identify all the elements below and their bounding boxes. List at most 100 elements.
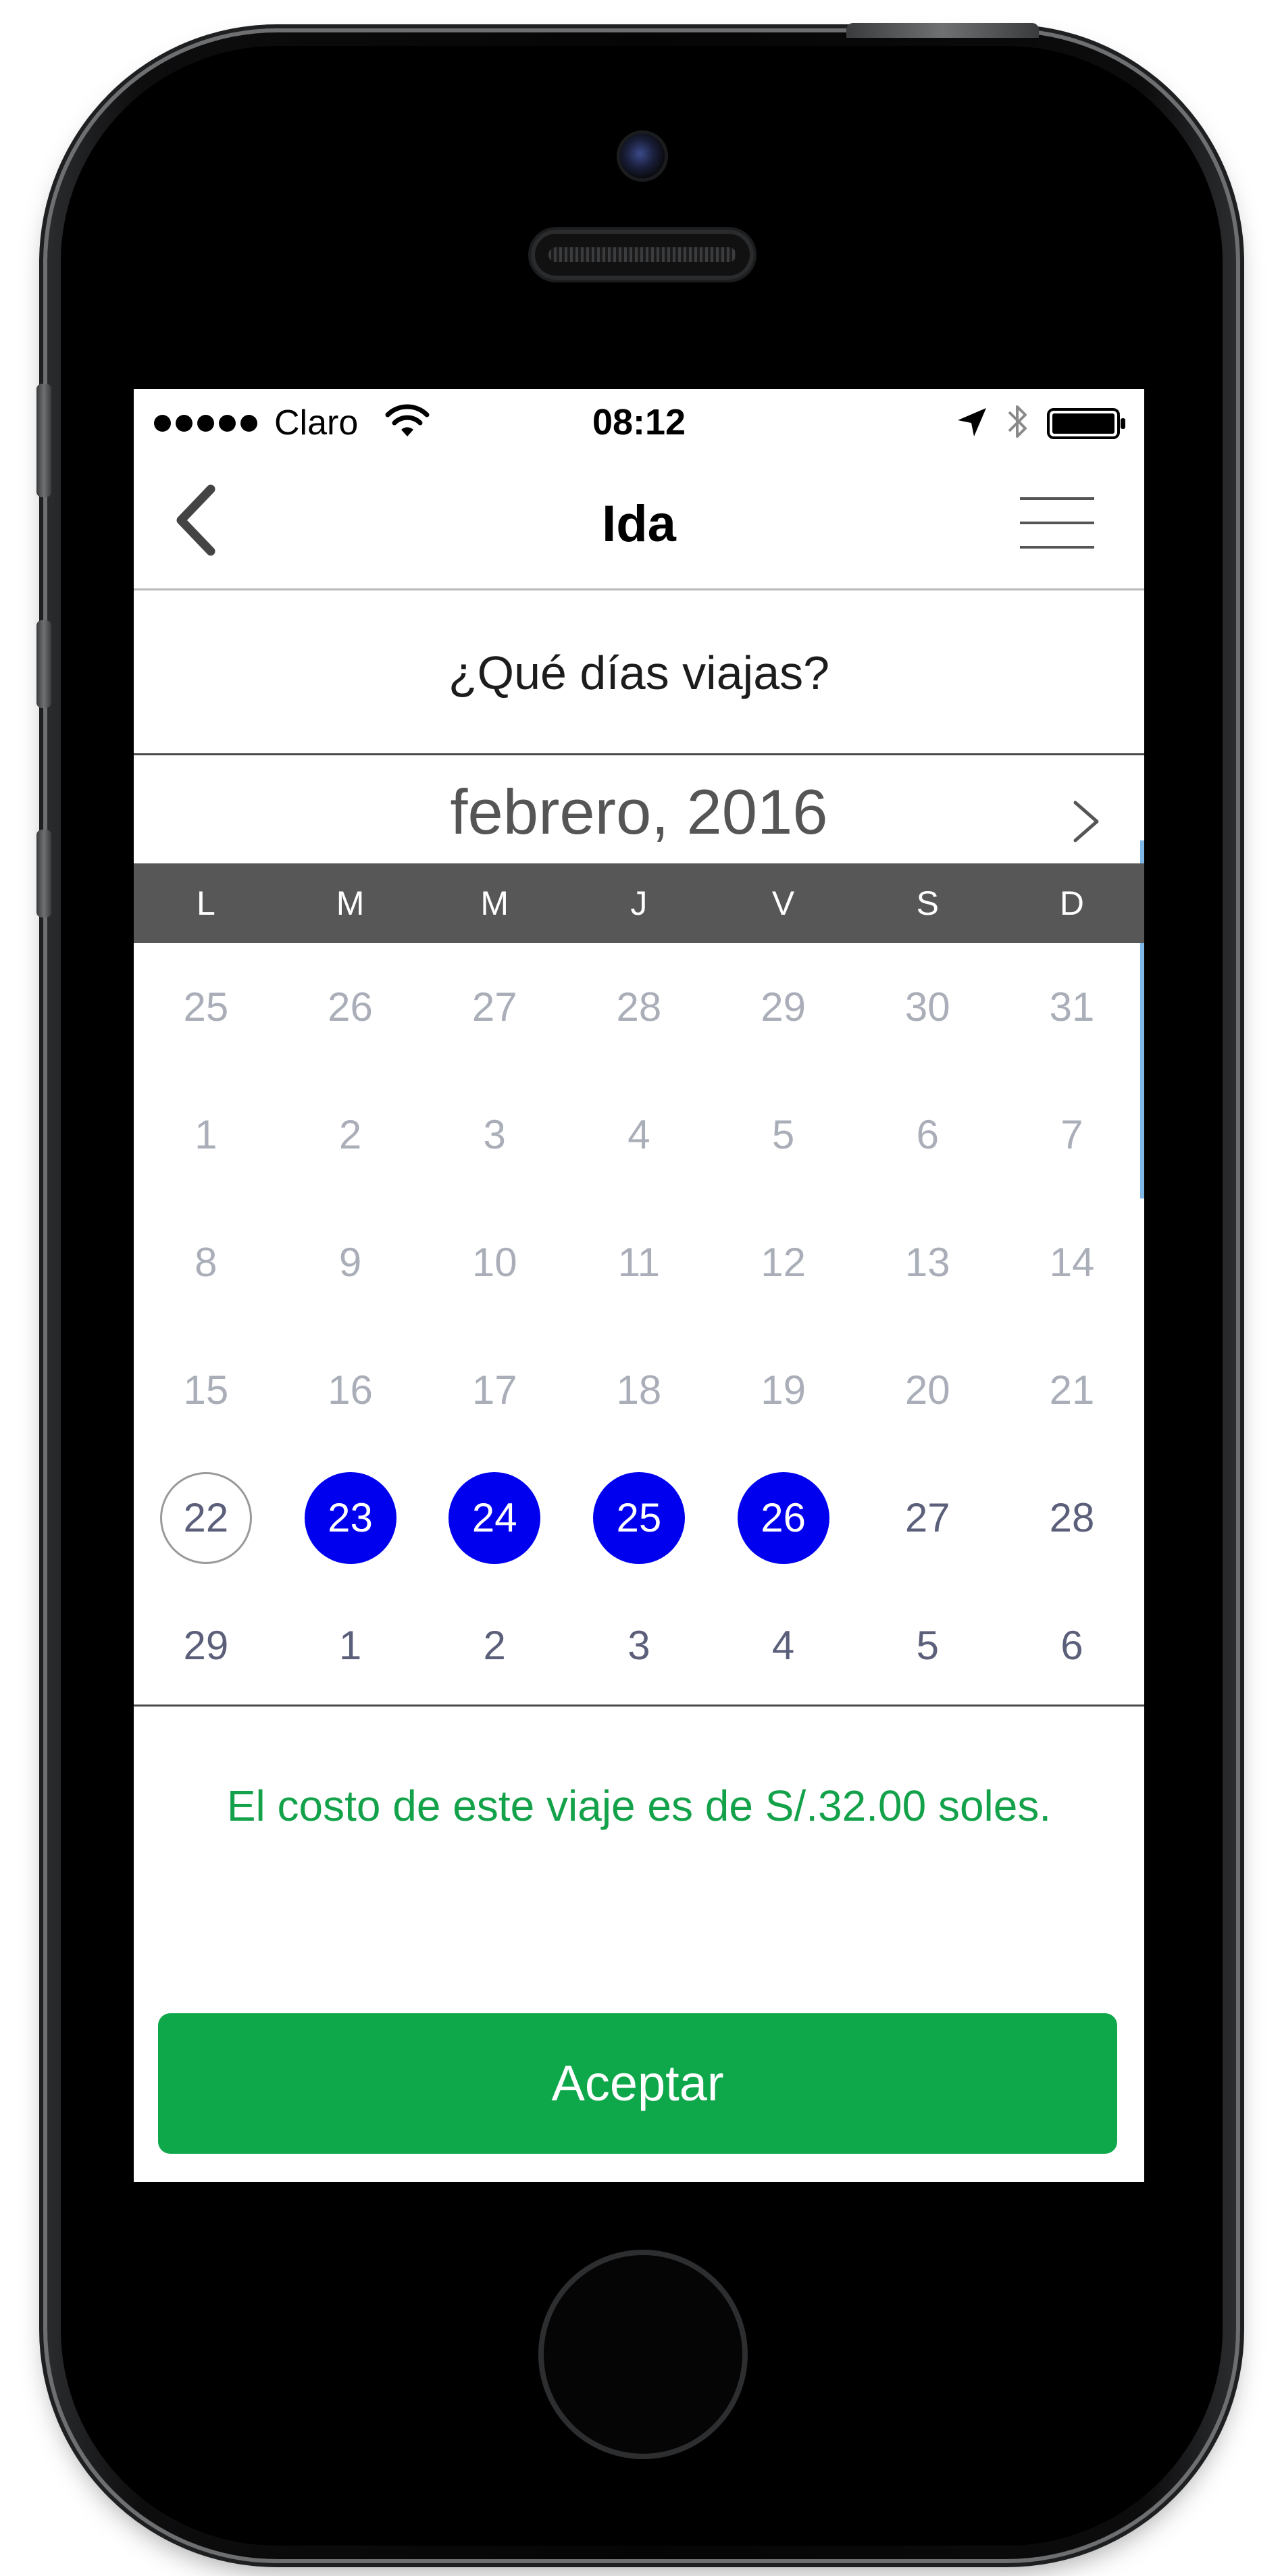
day-number: 28 [616,984,662,1030]
app-screen: Claro 08:12 Ida ¿Qué días viajas? febrer… [134,389,1144,2182]
calendar-day-inactive: 13 [855,1198,1000,1326]
calendar-day-inactive: 28 [567,943,711,1071]
silent-switch [36,384,51,497]
calendar-day-available[interactable]: 28 [1000,1454,1144,1582]
day-number: 29 [761,984,806,1030]
day-number: 3 [627,1623,650,1668]
calendar-day-inactive: 16 [278,1326,423,1454]
day-number: 19 [761,1367,806,1413]
day-number: 2 [483,1623,506,1668]
calendar-day-available[interactable]: 27 [855,1454,1000,1582]
power-button [846,23,1039,38]
day-number: 7 [1060,1112,1083,1157]
bluetooth-icon [1008,405,1027,438]
home-button [538,2250,748,2459]
calendar-day-today[interactable]: 22 [134,1454,278,1582]
calendar-day-selected[interactable]: 24 [422,1454,567,1582]
calendar-day-selected[interactable]: 23 [278,1454,423,1582]
calendar-day-inactive: 1 [134,1071,278,1198]
calendar-day-available[interactable]: 4 [711,1582,856,1709]
calendar-week-row: 8 9 10 11 12 13 14 [134,1198,1144,1326]
day-number: 31 [1049,984,1095,1030]
page-title: Ida [602,495,676,553]
calendar-day-inactive: 26 [278,943,423,1071]
calendar-day-available[interactable]: 3 [567,1582,711,1709]
calendar-day-inactive: 21 [1000,1326,1144,1454]
day-number: 8 [195,1240,217,1285]
calendar-day-inactive: 11 [567,1198,711,1326]
calendar-day-available[interactable]: 1 [278,1582,423,1709]
day-number: 1 [195,1112,217,1157]
calendar-grid: 25 26 27 28 29 30 31 1 2 3 4 5 6 7 8 9 10 11 12 13 14 15 16 17 1… [134,943,1144,1707]
weekday-label: S [916,884,939,922]
day-number: 26 [737,1471,829,1564]
calendar-day-inactive: 7 [1000,1071,1144,1198]
day-number: 27 [904,1495,950,1540]
calendar-week-row: 15 16 17 18 19 20 21 [134,1326,1144,1454]
calendar-day-available[interactable]: 29 [134,1582,278,1709]
calendar-day-inactive: 17 [422,1326,567,1454]
day-number: 24 [448,1471,541,1564]
weekday-label: D [1059,884,1085,922]
day-number: 20 [904,1367,950,1413]
day-number: 10 [471,1240,517,1285]
status-time: 08:12 [592,402,686,443]
day-number: 13 [904,1240,950,1285]
month-label: febrero, 2016 [450,776,828,847]
status-bar: Claro 08:12 [134,389,1144,457]
calendar-day-inactive: 8 [134,1198,278,1326]
day-number: 17 [471,1367,517,1413]
trip-cost-message: El costo de este viaje es de S/.32.00 so… [226,1782,1052,1830]
weekday-label: L [196,884,215,922]
day-number: 2 [338,1112,362,1157]
calendar-day-inactive: 10 [422,1198,567,1326]
calendar-day-inactive: 20 [855,1326,1000,1454]
calendar-day-inactive: 3 [422,1071,567,1198]
calendar-day-inactive: 6 [855,1071,1000,1198]
day-number: 30 [904,984,950,1030]
calendar-day-inactive: 31 [1000,943,1144,1071]
calendar-week-row: 29 1 2 3 4 5 6 [134,1582,1144,1709]
weekday-label: M [336,884,365,922]
day-number: 22 [159,1471,252,1564]
calendar-day-inactive: 4 [567,1071,711,1198]
weekday-label: V [771,884,795,922]
calendar-day-selected[interactable]: 26 [711,1454,856,1582]
next-month-chevron-icon[interactable] [1063,789,1110,850]
calendar-day-inactive: 9 [278,1198,423,1326]
calendar-day-inactive: 12 [711,1198,856,1326]
battery-icon [1047,408,1125,439]
day-number: 28 [1049,1495,1095,1540]
day-number: 25 [183,984,229,1030]
weekday-label: M [480,884,509,922]
calendar-day-selected[interactable]: 25 [567,1454,711,1582]
day-number: 9 [338,1240,362,1285]
navigation-bar: Ida [134,457,1144,590]
day-number: 25 [592,1471,685,1564]
day-number: 6 [916,1112,939,1157]
hamburger-menu-icon[interactable] [1020,490,1101,555]
question-heading: ¿Qué días viajas? [134,590,1144,755]
day-number: 16 [328,1367,373,1413]
calendar-day-available[interactable]: 2 [422,1582,567,1709]
calendar-day-inactive: 15 [134,1326,278,1454]
accept-button[interactable]: Aceptar [158,2013,1117,2154]
calendar-day-available[interactable]: 6 [1000,1582,1144,1709]
day-number: 26 [328,984,373,1030]
calendar-week-row: 25 26 27 28 29 30 31 [134,943,1144,1071]
day-number: 6 [1060,1623,1083,1668]
calendar-day-inactive: 18 [567,1326,711,1454]
volume-down-button [36,830,51,917]
day-number: 3 [483,1112,506,1157]
day-number: 29 [183,1623,229,1668]
day-number: 4 [627,1112,650,1157]
day-number: 5 [771,1112,795,1157]
month-header: febrero, 2016 [134,755,1144,863]
day-number: 21 [1049,1367,1095,1413]
location-arrow-icon [958,408,986,436]
calendar-day-inactive: 2 [278,1071,423,1198]
day-number: 14 [1049,1240,1095,1285]
calendar-day-available[interactable]: 5 [855,1582,1000,1709]
calendar-week-row: 22 23 24 25 26 27 28 [134,1454,1144,1582]
calendar-day-inactive: 14 [1000,1198,1144,1326]
